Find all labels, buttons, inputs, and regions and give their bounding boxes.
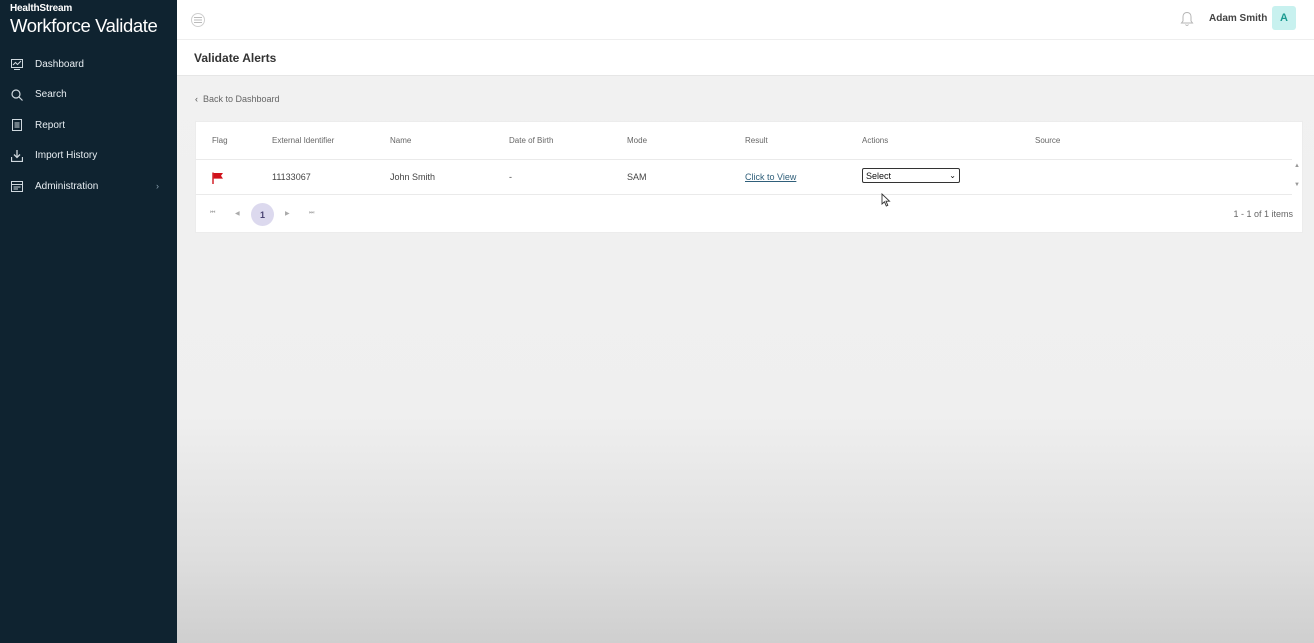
back-to-dashboard-link[interactable]: ‹ Back to Dashboard: [195, 94, 280, 104]
user-name[interactable]: Adam Smith: [1209, 13, 1267, 24]
scroll-down-arrow-icon[interactable]: ▼: [1294, 182, 1300, 188]
next-page-icon[interactable]: ▶: [285, 210, 290, 217]
sidebar-item-label: Dashboard: [35, 58, 84, 70]
page-title: Validate Alerts: [194, 51, 277, 65]
sidebar-item-report[interactable]: Report: [0, 110, 177, 141]
top-bar: Adam Smith A: [177, 0, 1314, 40]
menu-toggle-button[interactable]: [191, 13, 205, 27]
main-content: ‹ Back to Dashboard Flag External Identi…: [177, 76, 1314, 643]
sidebar-item-label: Administration: [35, 180, 99, 192]
chevron-right-icon: ›: [156, 181, 159, 192]
sidebar-item-label: Import History: [35, 150, 98, 162]
scroll-up-arrow-icon[interactable]: ▲: [1294, 163, 1300, 169]
column-header-date-of-birth[interactable]: Date of Birth: [509, 136, 553, 145]
hamburger-icon: [194, 17, 202, 23]
column-header-external-identifier[interactable]: External Identifier: [272, 136, 334, 145]
first-page-icon[interactable]: ⏮: [210, 210, 215, 217]
page-header: Validate Alerts: [177, 40, 1314, 76]
pager: ⏮ ◀ 1 ▶ ⏭ 1 - 1 of 1 items: [196, 195, 1304, 233]
alerts-grid: Flag External Identifier Name Date of Bi…: [195, 121, 1303, 233]
cell-date-of-birth: -: [509, 172, 512, 182]
sidebar-item-import-history[interactable]: Import History: [0, 141, 177, 172]
chevron-down-icon: ⌄: [949, 171, 956, 180]
click-to-view-link[interactable]: Click to View: [745, 172, 796, 182]
dashboard-icon: [10, 58, 23, 71]
cell-mode: SAM: [627, 172, 647, 182]
sidebar-nav: Dashboard Search Report Import History A…: [0, 49, 177, 202]
brand-logo[interactable]: HealthStream Workforce Validate: [0, 0, 177, 40]
report-icon: [10, 119, 23, 132]
last-page-icon[interactable]: ⏭: [309, 210, 314, 217]
mouse-cursor-icon: [881, 192, 891, 207]
sidebar-item-label: Report: [35, 119, 66, 131]
cell-name: John Smith: [390, 172, 436, 182]
avatar[interactable]: A: [1272, 6, 1296, 30]
notification-bell-icon[interactable]: [1180, 11, 1194, 27]
column-header-result[interactable]: Result: [745, 136, 768, 145]
cell-external-identifier: 11133067: [272, 172, 311, 182]
column-header-mode[interactable]: Mode: [627, 136, 647, 145]
column-header-flag[interactable]: Flag: [212, 136, 228, 145]
pager-info: 1 - 1 of 1 items: [1233, 209, 1293, 219]
table-row: 11133067 John Smith - SAM Click to View …: [196, 160, 1292, 195]
brand-product: Workforce Validate: [10, 15, 158, 36]
sidebar-item-search[interactable]: Search: [0, 80, 177, 111]
column-header-name[interactable]: Name: [390, 136, 411, 145]
actions-select[interactable]: Select ⌄: [862, 168, 960, 183]
sidebar-item-dashboard[interactable]: Dashboard: [0, 49, 177, 80]
column-header-source[interactable]: Source: [1035, 136, 1060, 145]
previous-page-icon[interactable]: ◀: [235, 210, 240, 217]
search-icon: [10, 88, 23, 101]
grid-header: Flag External Identifier Name Date of Bi…: [196, 122, 1292, 160]
column-header-actions[interactable]: Actions: [862, 136, 888, 145]
back-link-label: Back to Dashboard: [203, 94, 280, 104]
import-icon: [10, 149, 23, 162]
actions-select-value: Select: [866, 170, 892, 181]
flag-icon: [212, 171, 224, 184]
chevron-left-icon: ‹: [195, 94, 198, 104]
page-number-button[interactable]: 1: [251, 203, 274, 226]
sidebar-item-administration[interactable]: Administration ›: [0, 171, 177, 202]
admin-icon: [10, 180, 23, 193]
sidebar: HealthStream Workforce Validate Dashboar…: [0, 0, 177, 643]
sidebar-item-label: Search: [35, 89, 67, 101]
brand-company: HealthStream: [10, 3, 73, 14]
